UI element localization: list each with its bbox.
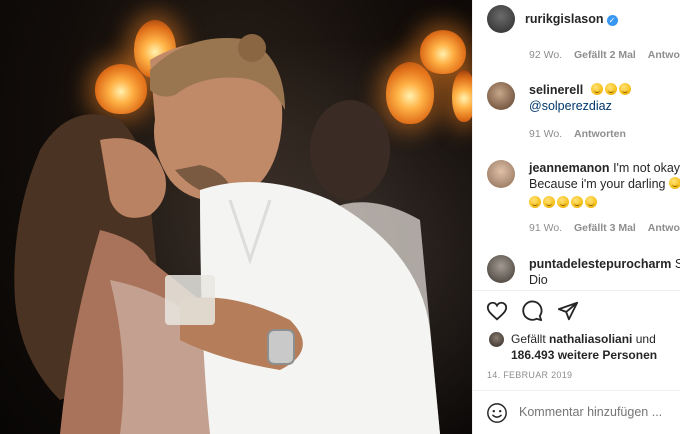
post-photo[interactable] bbox=[0, 0, 472, 434]
emoji-icon bbox=[668, 177, 680, 189]
emoji-icon[interactable] bbox=[486, 402, 508, 424]
comment-likes[interactable]: Gefällt 3 Mal bbox=[574, 222, 636, 234]
comment-item: puntadelestepurocharm Sa bbox=[529, 257, 680, 271]
comment-text: I'm not okay! bbox=[613, 161, 680, 175]
comment-likes[interactable]: Gefällt 2 Mal bbox=[574, 49, 636, 61]
emoji-icon bbox=[557, 196, 569, 208]
emoji-row bbox=[529, 194, 599, 212]
reply-button[interactable]: Antworten bbox=[648, 49, 680, 61]
emoji-icon bbox=[590, 83, 603, 95]
section-divider bbox=[473, 390, 680, 391]
post-sidebar: rurikgislason ✓ 92 Wo. Gefällt 2 Mal Antw… bbox=[472, 0, 680, 434]
comment-item: jeannemanon I'm not okay! bbox=[529, 161, 680, 175]
heart-icon[interactable] bbox=[486, 300, 508, 322]
emoji-icon bbox=[543, 196, 555, 208]
comment-text: Because i'm your darling bbox=[529, 177, 666, 191]
comment-mention[interactable]: @solperezdiaz bbox=[529, 99, 612, 113]
emoji-icon bbox=[529, 196, 541, 208]
likes-joiner: und bbox=[635, 332, 656, 346]
section-divider bbox=[473, 290, 680, 291]
emoji-icon bbox=[585, 196, 597, 208]
reply-button[interactable]: Antworten bbox=[648, 222, 680, 234]
comment-time: 91 Wo. bbox=[529, 128, 563, 140]
comment-input[interactable] bbox=[519, 402, 669, 422]
comment-meta: 92 Wo. Gefällt 2 Mal Antworten bbox=[529, 49, 680, 61]
liker-username[interactable]: nathaliasoliani bbox=[549, 332, 632, 346]
comment-text: Dio bbox=[529, 273, 548, 287]
commenter-username[interactable]: selinerell bbox=[529, 83, 583, 97]
comment-item: selinerell bbox=[529, 83, 633, 97]
reply-button[interactable]: Antworten bbox=[574, 128, 626, 140]
liker-avatar[interactable] bbox=[489, 332, 504, 347]
comment-time: 92 Wo. bbox=[529, 49, 563, 61]
commenter-username[interactable]: puntadelestepurocharm bbox=[529, 257, 671, 271]
likes-summary: Gefällt nathaliasoliani und bbox=[511, 332, 656, 346]
emoji-icon bbox=[618, 83, 631, 95]
couple-figures bbox=[14, 34, 440, 434]
commenter-username[interactable]: jeannemanon bbox=[529, 161, 610, 175]
post-date: 14. FEBRUAR 2019 bbox=[487, 370, 573, 380]
commenter-avatar[interactable] bbox=[487, 255, 515, 283]
likes-prefix: Gefällt bbox=[511, 332, 546, 346]
author-header: rurikgislason ✓ bbox=[525, 10, 618, 28]
share-icon[interactable] bbox=[557, 300, 579, 322]
author-username[interactable]: rurikgislason bbox=[525, 12, 604, 26]
commenter-avatar[interactable] bbox=[487, 160, 515, 188]
comment-item: Because i'm your darling bbox=[529, 177, 680, 191]
verified-badge-icon: ✓ bbox=[606, 15, 618, 26]
commenter-avatar[interactable] bbox=[487, 82, 515, 110]
emoji-icon bbox=[571, 196, 583, 208]
author-avatar[interactable] bbox=[487, 5, 515, 33]
comment-icon[interactable] bbox=[521, 300, 543, 322]
comment-meta: 91 Wo. Antworten bbox=[529, 128, 635, 140]
likes-count[interactable]: 186.493 weitere Personen bbox=[511, 348, 657, 362]
comment-time: 91 Wo. bbox=[529, 222, 563, 234]
comment-text: Sa bbox=[675, 257, 680, 271]
comment-meta: 91 Wo. Gefällt 3 Mal Antworten bbox=[529, 222, 680, 234]
emoji-icon bbox=[604, 83, 617, 95]
